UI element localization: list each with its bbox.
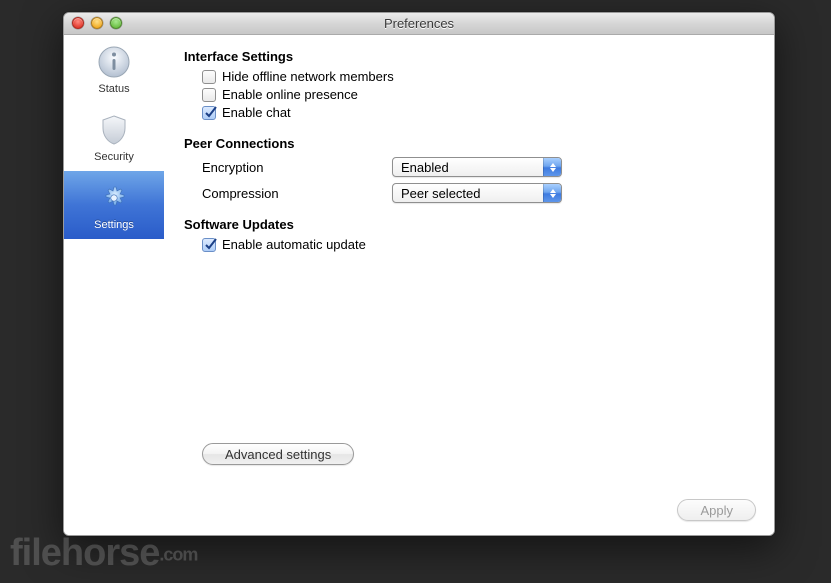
- sidebar: Status Security Settings: [64, 35, 164, 535]
- content-pane: Interface Settings Hide offline network …: [164, 35, 774, 535]
- close-icon[interactable]: [72, 17, 84, 29]
- compression-select[interactable]: Peer selected: [392, 183, 562, 203]
- sidebar-item-status[interactable]: Status: [64, 35, 164, 103]
- sidebar-item-label: Security: [94, 151, 134, 163]
- sidebar-item-settings[interactable]: Settings: [64, 171, 164, 239]
- sidebar-item-label: Settings: [94, 219, 134, 231]
- checkbox-icon[interactable]: [202, 88, 216, 102]
- watermark-text: filehorse: [10, 532, 159, 574]
- section-heading: Software Updates: [184, 217, 752, 232]
- titlebar[interactable]: Preferences: [64, 13, 774, 35]
- checkbox-icon[interactable]: [202, 106, 216, 120]
- encryption-select[interactable]: Enabled: [392, 157, 562, 177]
- sidebar-item-security[interactable]: Security: [64, 103, 164, 171]
- gear-icon: [97, 181, 131, 215]
- advanced-settings-button[interactable]: Advanced settings: [202, 443, 354, 465]
- option-online-presence[interactable]: Enable online presence: [202, 86, 752, 104]
- minimize-icon[interactable]: [91, 17, 103, 29]
- window-controls: [72, 17, 122, 29]
- preferences-window: Preferences Status Security Settings: [63, 12, 775, 536]
- watermark-suffix: .com: [159, 544, 197, 564]
- window-title: Preferences: [384, 16, 454, 31]
- chevron-updown-icon: [543, 184, 561, 202]
- row-compression: Compression Peer selected: [202, 183, 752, 203]
- option-label: Enable chat: [222, 104, 291, 122]
- software-updates-section: Software Updates Enable automatic update: [184, 217, 752, 254]
- option-auto-update[interactable]: Enable automatic update: [202, 236, 752, 254]
- advanced-button-wrap: Advanced settings: [202, 443, 354, 465]
- option-label: Enable automatic update: [222, 236, 366, 254]
- section-heading: Interface Settings: [184, 49, 752, 64]
- interface-settings-section: Interface Settings Hide offline network …: [184, 49, 752, 122]
- option-label: Hide offline network members: [222, 68, 394, 86]
- apply-button-wrap: Apply: [677, 499, 756, 521]
- shield-icon: [97, 113, 131, 147]
- sidebar-item-label: Status: [98, 83, 129, 95]
- info-icon: [97, 45, 131, 79]
- option-hide-offline[interactable]: Hide offline network members: [202, 68, 752, 86]
- apply-button[interactable]: Apply: [677, 499, 756, 521]
- chevron-updown-icon: [543, 158, 561, 176]
- row-label: Compression: [202, 186, 392, 201]
- section-heading: Peer Connections: [184, 136, 752, 151]
- checkbox-icon[interactable]: [202, 238, 216, 252]
- zoom-icon[interactable]: [110, 17, 122, 29]
- window-body: Status Security Settings Interface Setti…: [64, 35, 774, 535]
- row-label: Encryption: [202, 160, 392, 175]
- checkbox-icon[interactable]: [202, 70, 216, 84]
- option-enable-chat[interactable]: Enable chat: [202, 104, 752, 122]
- row-encryption: Encryption Enabled: [202, 157, 752, 177]
- option-label: Enable online presence: [222, 86, 358, 104]
- peer-connections-section: Peer Connections Encryption Enabled Comp…: [184, 136, 752, 203]
- select-value: Enabled: [393, 160, 543, 175]
- select-value: Peer selected: [393, 186, 543, 201]
- watermark: filehorse.com: [10, 532, 197, 575]
